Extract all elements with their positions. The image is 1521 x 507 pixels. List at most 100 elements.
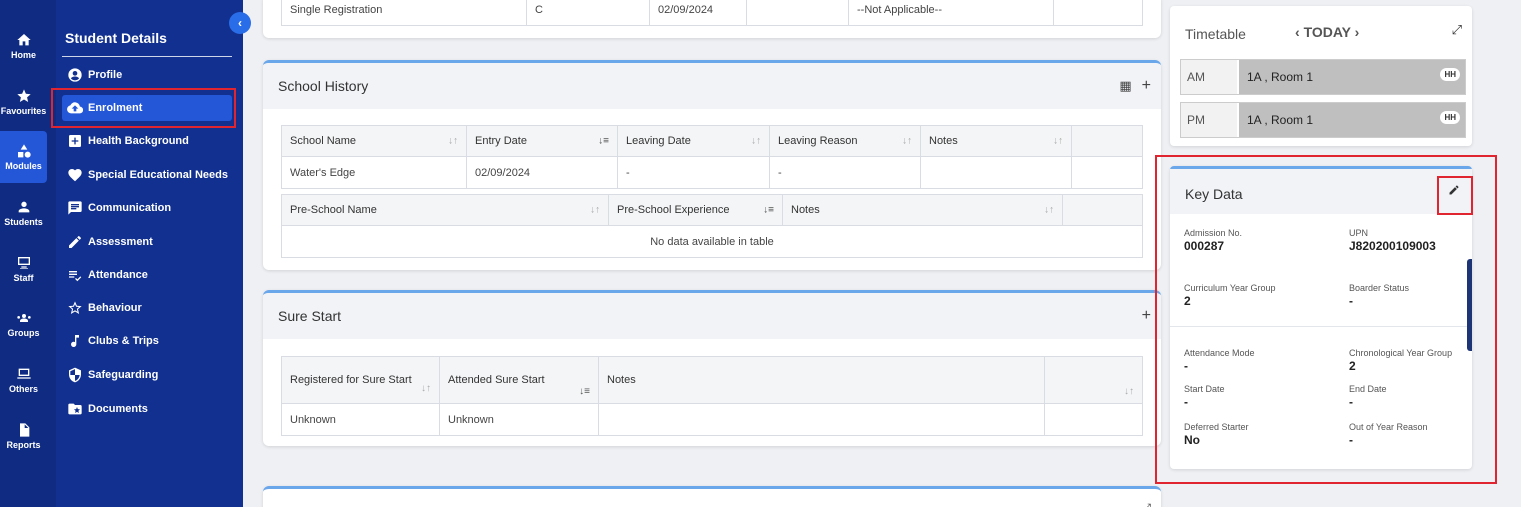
sort-icon[interactable]: ↓↑: [1053, 136, 1063, 147]
rail-students[interactable]: Students: [0, 187, 47, 239]
sidebar-item-communication[interactable]: Communication: [62, 195, 232, 221]
expand-icon[interactable]: ⤢: [1452, 22, 1462, 38]
reports-icon: [19, 423, 29, 437]
rail-favourites[interactable]: Favourites: [0, 76, 47, 128]
field-label: Curriculum Year Group: [1184, 283, 1276, 293]
pre-school-table: Pre-School Name ↓↑ Pre-School Experience ↓…: [281, 194, 1143, 258]
key-data-field: Deferred Starter No: [1184, 422, 1249, 447]
sidebar-item-documents[interactable]: Documents: [62, 396, 232, 422]
sort-icon[interactable]: ↓↑: [421, 381, 431, 397]
column-header[interactable]: Notes ↓↑: [782, 194, 1063, 226]
sidebar-item-profile[interactable]: Profile: [62, 62, 232, 88]
rail-reports[interactable]: Reports: [0, 410, 47, 462]
column-header-label: Notes: [607, 374, 636, 386]
sidebar-item-safeguarding[interactable]: Safeguarding: [62, 362, 232, 388]
sort-icon[interactable]: ↓↑: [751, 136, 761, 147]
column-header-label: School Name: [290, 135, 357, 147]
period-label: AM: [1181, 60, 1237, 94]
sort-desc-icon[interactable]: ↓≡: [579, 386, 590, 397]
today-button[interactable]: TODAY: [1304, 24, 1351, 40]
table-cell: 02/09/2024: [649, 0, 747, 26]
sort-desc-icon[interactable]: ↓≡: [763, 205, 774, 216]
field-value: -: [1349, 395, 1353, 409]
column-header[interactable]: ↓↑: [1044, 356, 1143, 404]
student-details-sidebar: Student Details Profile Enrolment Health…: [56, 0, 243, 507]
sort-icon[interactable]: ↓↑: [1044, 205, 1054, 216]
column-header[interactable]: School Name ↓↑: [281, 125, 467, 157]
pencil-icon: [66, 233, 84, 251]
sort-desc-icon[interactable]: ↓≡: [598, 136, 609, 147]
sidebar-item-attendance[interactable]: Attendance: [62, 262, 232, 288]
collapse-sidebar-button[interactable]: ‹: [229, 12, 251, 34]
table-view-icon[interactable]: ▦: [1119, 78, 1131, 94]
rail-others[interactable]: Others: [0, 354, 47, 406]
sidebar-item-enrolment[interactable]: Enrolment: [62, 95, 232, 121]
chevron-left-icon[interactable]: ‹: [1295, 24, 1300, 40]
sort-icon[interactable]: ↓↑: [590, 205, 600, 216]
table-row[interactable]: Water's Edge 02/09/2024 - -: [281, 156, 1143, 189]
column-header-label: Leaving Date: [626, 135, 691, 147]
sort-icon[interactable]: ↓↑: [448, 136, 458, 147]
column-header[interactable]: Leaving Reason ↓↑: [769, 125, 921, 157]
field-value: 000287: [1184, 239, 1225, 253]
column-header[interactable]: Pre-School Experience ↓≡: [608, 194, 783, 226]
column-header: [1071, 125, 1143, 157]
home-icon: [16, 34, 31, 46]
column-header[interactable]: Entry Date ↓≡: [466, 125, 618, 157]
add-icon[interactable]: +: [1142, 307, 1151, 325]
column-header[interactable]: Registered for Sure Start ↓↑: [281, 356, 440, 404]
column-header[interactable]: Leaving Date ↓↑: [617, 125, 770, 157]
field-value: -: [1349, 294, 1353, 308]
field-value: -: [1349, 433, 1353, 447]
sidebar-item-special-educational-needs[interactable]: Special Educational Needs: [62, 162, 232, 188]
table-cell: C: [526, 0, 650, 26]
add-icon[interactable]: +: [1142, 77, 1151, 95]
column-header-label: Attended Sure Start: [448, 374, 545, 386]
sidebar-item-clubs-trips[interactable]: Clubs & Trips: [62, 328, 232, 354]
field-label: Attendance Mode: [1184, 348, 1255, 358]
module-rail: Home Favourites Modules Students Staff G…: [0, 0, 56, 507]
school-history-card: School History ▦ + School Name ↓↑ Entry D…: [263, 60, 1161, 270]
field-label: UPN: [1349, 228, 1369, 238]
rail-modules[interactable]: Modules: [0, 131, 47, 183]
card-actions: ⤢: [1141, 501, 1151, 507]
table-cell: [1071, 156, 1143, 189]
key-data-field: Start Date -: [1184, 384, 1225, 409]
edit-icon[interactable]: [1448, 183, 1460, 201]
sidebar-title: Student Details: [65, 30, 167, 46]
expand-icon[interactable]: ⤢: [1141, 501, 1151, 507]
sidebar-item-behaviour[interactable]: Behaviour: [62, 295, 232, 321]
timetable-row[interactable]: AM 1A , Room 1 HH: [1180, 59, 1466, 95]
table-cell: -: [617, 156, 770, 189]
teacher-badge: HH: [1440, 111, 1460, 124]
field-value: 2: [1349, 359, 1356, 373]
table-row[interactable]: Unknown Unknown: [281, 403, 1143, 436]
sidebar-item-assessment[interactable]: Assessment: [62, 229, 232, 255]
column-header[interactable]: Pre-School Name ↓↑: [281, 194, 609, 226]
timetable-row[interactable]: PM 1A , Room 1 HH: [1180, 102, 1466, 138]
sort-icon[interactable]: ↓↑: [1124, 386, 1134, 397]
field-label: Boarder Status: [1349, 283, 1410, 293]
timetable-title: Timetable: [1185, 26, 1246, 42]
rail-groups[interactable]: Groups: [0, 298, 47, 350]
sidebar-item-health-background[interactable]: Health Background: [62, 128, 232, 154]
table-cell: Unknown: [439, 403, 599, 436]
music-note-icon: [66, 332, 84, 350]
field-label: Chronological Year Group: [1349, 348, 1453, 358]
column-header[interactable]: Attended Sure Start ↓≡: [439, 356, 599, 404]
registration-table: Single Registration C 02/09/2024 --Not A…: [281, 0, 1143, 26]
next-section-card: ⤢: [263, 486, 1161, 507]
sort-icon[interactable]: ↓↑: [902, 136, 912, 147]
field-value: J820200109003: [1349, 239, 1436, 253]
rail-home[interactable]: Home: [0, 20, 47, 72]
rail-staff[interactable]: Staff: [0, 243, 47, 295]
timetable-nav: ‹ TODAY ›: [1295, 24, 1359, 40]
field-label: Out of Year Reason: [1349, 422, 1428, 432]
column-header[interactable]: Notes ↓↑: [920, 125, 1072, 157]
column-header[interactable]: Notes: [598, 356, 1045, 404]
table-cell: -: [769, 156, 921, 189]
chevron-left-icon: ‹: [238, 16, 242, 30]
field-value: -: [1184, 359, 1188, 373]
scrollbar-thumb[interactable]: [1467, 259, 1472, 351]
chevron-right-icon[interactable]: ›: [1355, 24, 1360, 40]
